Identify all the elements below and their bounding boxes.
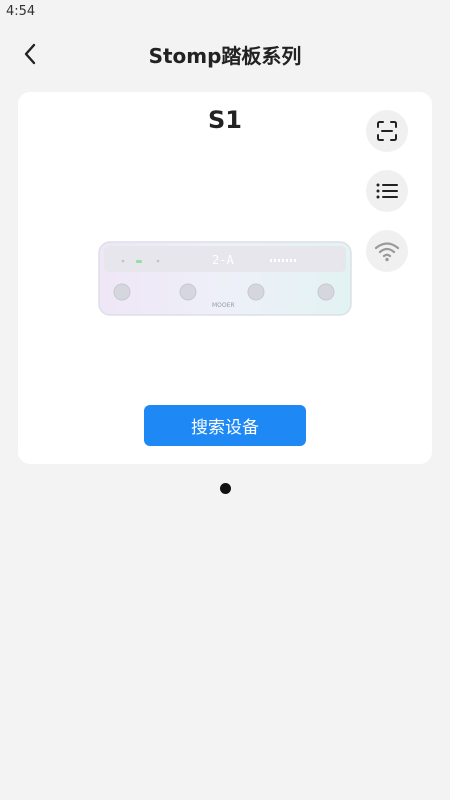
- list-icon: [376, 183, 398, 199]
- scan-button[interactable]: [366, 110, 408, 152]
- page-indicator: [0, 483, 450, 495]
- device-brand-text: MOOER: [212, 302, 235, 309]
- device-card: S1 2-A MOOER 搜索设备: [18, 92, 432, 464]
- wifi-button[interactable]: [366, 230, 408, 272]
- search-device-button[interactable]: 搜索设备: [144, 405, 306, 446]
- list-button[interactable]: [366, 170, 408, 212]
- status-bar: 4:54: [0, 0, 450, 24]
- page-dot-active: [219, 483, 231, 494]
- status-time: 4:54: [6, 4, 36, 19]
- wifi-icon: [374, 242, 400, 262]
- device-image: 2-A MOOER: [98, 240, 352, 318]
- device-screen-text: 2-A: [212, 253, 234, 267]
- header: Stomp踏板系列: [0, 28, 450, 80]
- page-title: Stomp踏板系列: [148, 44, 302, 68]
- scan-icon: [377, 121, 397, 141]
